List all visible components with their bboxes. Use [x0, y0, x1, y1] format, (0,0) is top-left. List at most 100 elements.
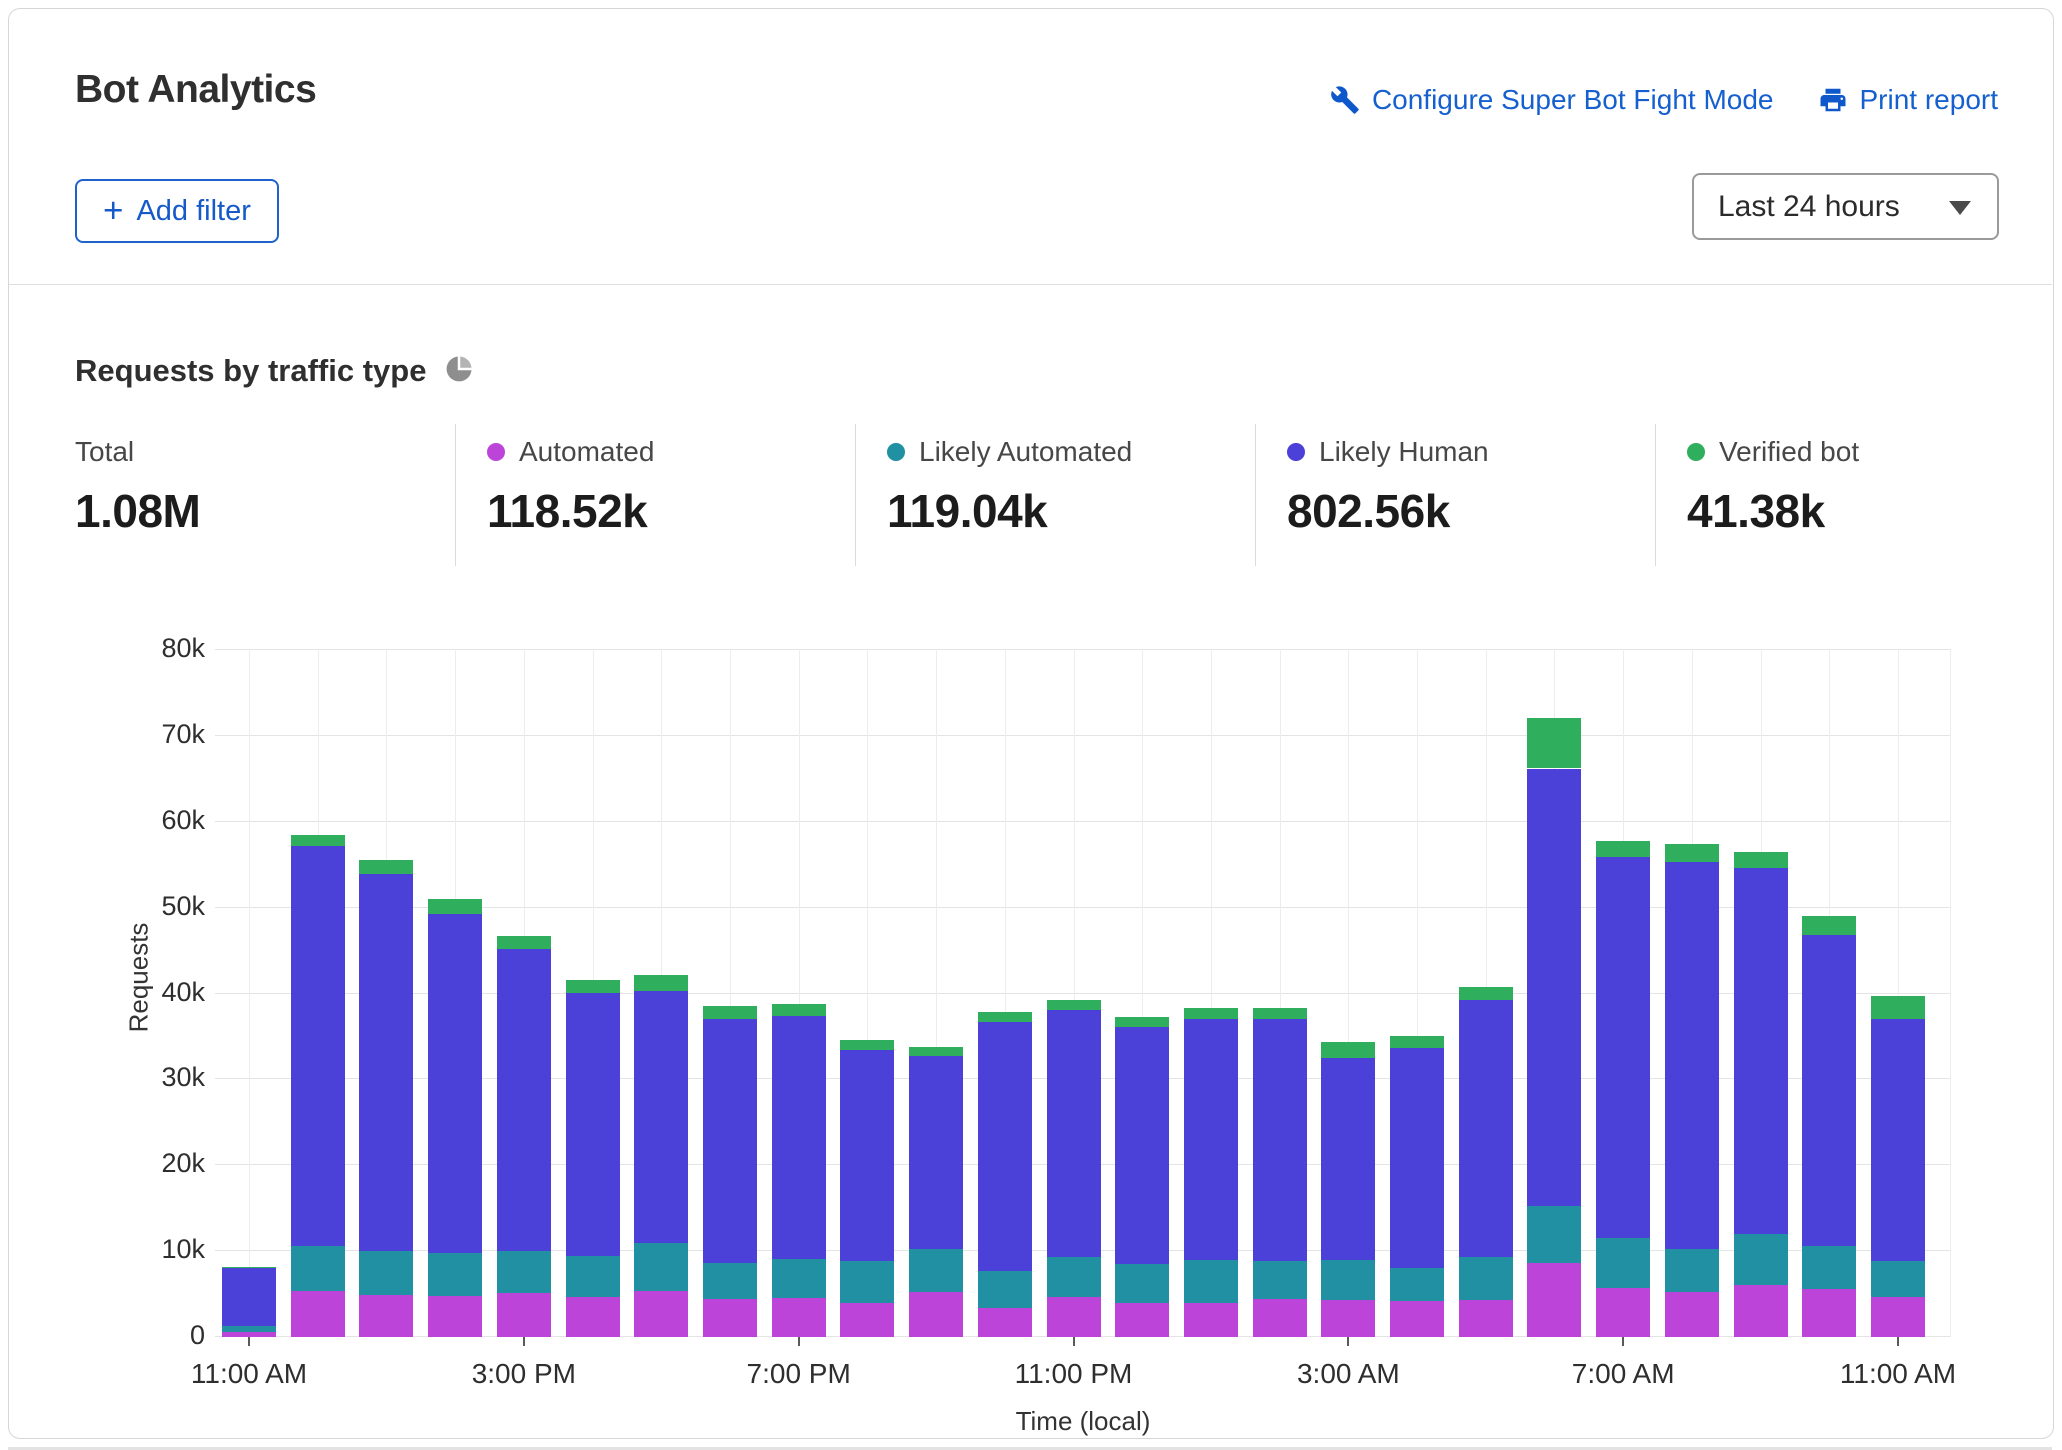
stat-likely-human-label: Likely Human	[1319, 436, 1489, 468]
bar-12-00-pm[interactable]	[291, 649, 345, 1337]
bar-segment-likely-human	[222, 1268, 276, 1326]
bar-12-00-am[interactable]	[1115, 649, 1169, 1337]
bar-segment-verified-bot	[1734, 852, 1788, 868]
bar-10-00-am[interactable]	[1802, 649, 1856, 1337]
bar-segment-likely-automated	[1459, 1257, 1513, 1300]
x-tick-mark	[523, 1337, 525, 1346]
bar-segment-verified-bot	[222, 1267, 276, 1269]
header-divider	[9, 284, 2052, 285]
time-range-select[interactable]: Last 24 hours	[1692, 173, 1999, 240]
bar-segment-verified-bot	[1047, 1000, 1101, 1009]
bar-1-00-am[interactable]	[1184, 649, 1238, 1337]
bar-segment-likely-human	[1115, 1027, 1169, 1264]
stat-verified-bot-label: Verified bot	[1719, 436, 1859, 468]
stat-divider	[455, 424, 456, 566]
bar-segment-verified-bot	[566, 980, 620, 993]
stat-total: Total 1.08M	[75, 436, 435, 538]
bar-segment-likely-automated	[840, 1261, 894, 1303]
print-report-link[interactable]: Print report	[1818, 84, 1999, 116]
bar-segment-automated	[1115, 1303, 1169, 1337]
bar-segment-verified-bot	[1802, 916, 1856, 935]
bar-segment-automated	[1802, 1289, 1856, 1337]
bar-segment-likely-human	[1184, 1019, 1238, 1259]
bar-9-00-am[interactable]	[1734, 649, 1788, 1337]
bar-segment-likely-automated	[703, 1263, 757, 1299]
bar-2-00-pm[interactable]	[428, 649, 482, 1337]
bar-9-00-pm[interactable]	[909, 649, 963, 1337]
bar-segment-verified-bot	[1596, 841, 1650, 857]
x-tick-label: 3:00 PM	[472, 1358, 576, 1390]
bar-segment-likely-human	[1527, 769, 1581, 1206]
bar-segment-verified-bot	[1184, 1008, 1238, 1019]
bar-segment-automated	[1459, 1300, 1513, 1337]
bar-7-00-am[interactable]	[1596, 649, 1650, 1337]
bar-segment-verified-bot	[1390, 1036, 1444, 1047]
x-tick-label: 11:00 AM	[1840, 1358, 1956, 1390]
stat-likely-human: Likely Human 802.56k	[1287, 436, 1647, 538]
bar-10-00-pm[interactable]	[978, 649, 1032, 1337]
bar-segment-likely-automated	[1596, 1238, 1650, 1288]
bar-segment-likely-human	[566, 993, 620, 1257]
bar-5-00-pm[interactable]	[634, 649, 688, 1337]
bar-segment-automated	[1390, 1301, 1444, 1337]
bar-segment-automated	[978, 1308, 1032, 1337]
bar-6-00-pm[interactable]	[703, 649, 757, 1337]
bar-7-00-pm[interactable]	[772, 649, 826, 1337]
bar-segment-likely-automated	[978, 1271, 1032, 1308]
configure-super-bot-fight-mode-link[interactable]: Configure Super Bot Fight Mode	[1330, 84, 1774, 116]
bar-4-00-am[interactable]	[1390, 649, 1444, 1337]
x-tick-mark	[1622, 1337, 1624, 1346]
bar-4-00-pm[interactable]	[566, 649, 620, 1337]
y-tick-label: 20k	[55, 1148, 205, 1179]
bar-3-00-pm[interactable]	[497, 649, 551, 1337]
likely-automated-dot-icon	[887, 443, 905, 461]
bar-11-00-am[interactable]	[222, 649, 276, 1337]
bar-segment-likely-automated	[1047, 1257, 1101, 1297]
bar-segment-likely-human	[634, 991, 688, 1243]
bar-segment-likely-automated	[497, 1251, 551, 1293]
bar-segment-likely-human	[1802, 935, 1856, 1246]
bar-segment-likely-human	[840, 1050, 894, 1260]
bar-1-00-pm[interactable]	[359, 649, 413, 1337]
bar-segment-likely-human	[359, 874, 413, 1251]
x-tick-mark	[1347, 1337, 1349, 1346]
bar-segment-likely-human	[978, 1022, 1032, 1271]
bar-2-00-am[interactable]	[1253, 649, 1307, 1337]
y-tick-label: 0	[55, 1320, 205, 1351]
stat-divider	[1255, 424, 1256, 566]
bar-segment-verified-bot	[359, 860, 413, 875]
bar-segment-automated	[1047, 1297, 1101, 1337]
bar-segment-likely-automated	[1734, 1234, 1788, 1285]
bar-segment-automated	[772, 1298, 826, 1337]
bar-5-00-am[interactable]	[1459, 649, 1513, 1337]
stat-automated-label: Automated	[519, 436, 654, 468]
bar-segment-likely-automated	[1527, 1206, 1581, 1264]
bar-segment-likely-human	[1871, 1019, 1925, 1261]
bar-segment-likely-human	[428, 914, 482, 1253]
bar-segment-likely-human	[1459, 1000, 1513, 1258]
bar-segment-likely-human	[1321, 1058, 1375, 1260]
bar-8-00-pm[interactable]	[840, 649, 894, 1337]
bar-8-00-am[interactable]	[1665, 649, 1719, 1337]
y-tick-label: 80k	[55, 633, 205, 664]
stat-likely-human-value: 802.56k	[1287, 484, 1647, 538]
x-tick-mark	[798, 1337, 800, 1346]
bar-segment-automated	[497, 1293, 551, 1337]
automated-dot-icon	[487, 443, 505, 461]
stat-verified-bot: Verified bot 41.38k	[1687, 436, 2047, 538]
bar-6-00-am[interactable]	[1527, 649, 1581, 1337]
bar-segment-automated	[566, 1297, 620, 1337]
bar-segment-automated	[428, 1296, 482, 1337]
bar-11-00-am[interactable]	[1871, 649, 1925, 1337]
stat-total-value: 1.08M	[75, 484, 435, 538]
add-filter-button[interactable]: + Add filter	[75, 179, 279, 243]
bar-3-00-am[interactable]	[1321, 649, 1375, 1337]
bar-segment-automated	[1871, 1297, 1925, 1337]
pie-chart-icon	[444, 354, 474, 392]
bar-segment-verified-bot	[428, 899, 482, 914]
bar-segment-likely-automated	[291, 1246, 345, 1291]
bar-segment-likely-automated	[428, 1253, 482, 1296]
bar-11-00-pm[interactable]	[1047, 649, 1101, 1337]
bar-segment-likely-human	[772, 1016, 826, 1259]
wrench-icon	[1330, 85, 1360, 115]
